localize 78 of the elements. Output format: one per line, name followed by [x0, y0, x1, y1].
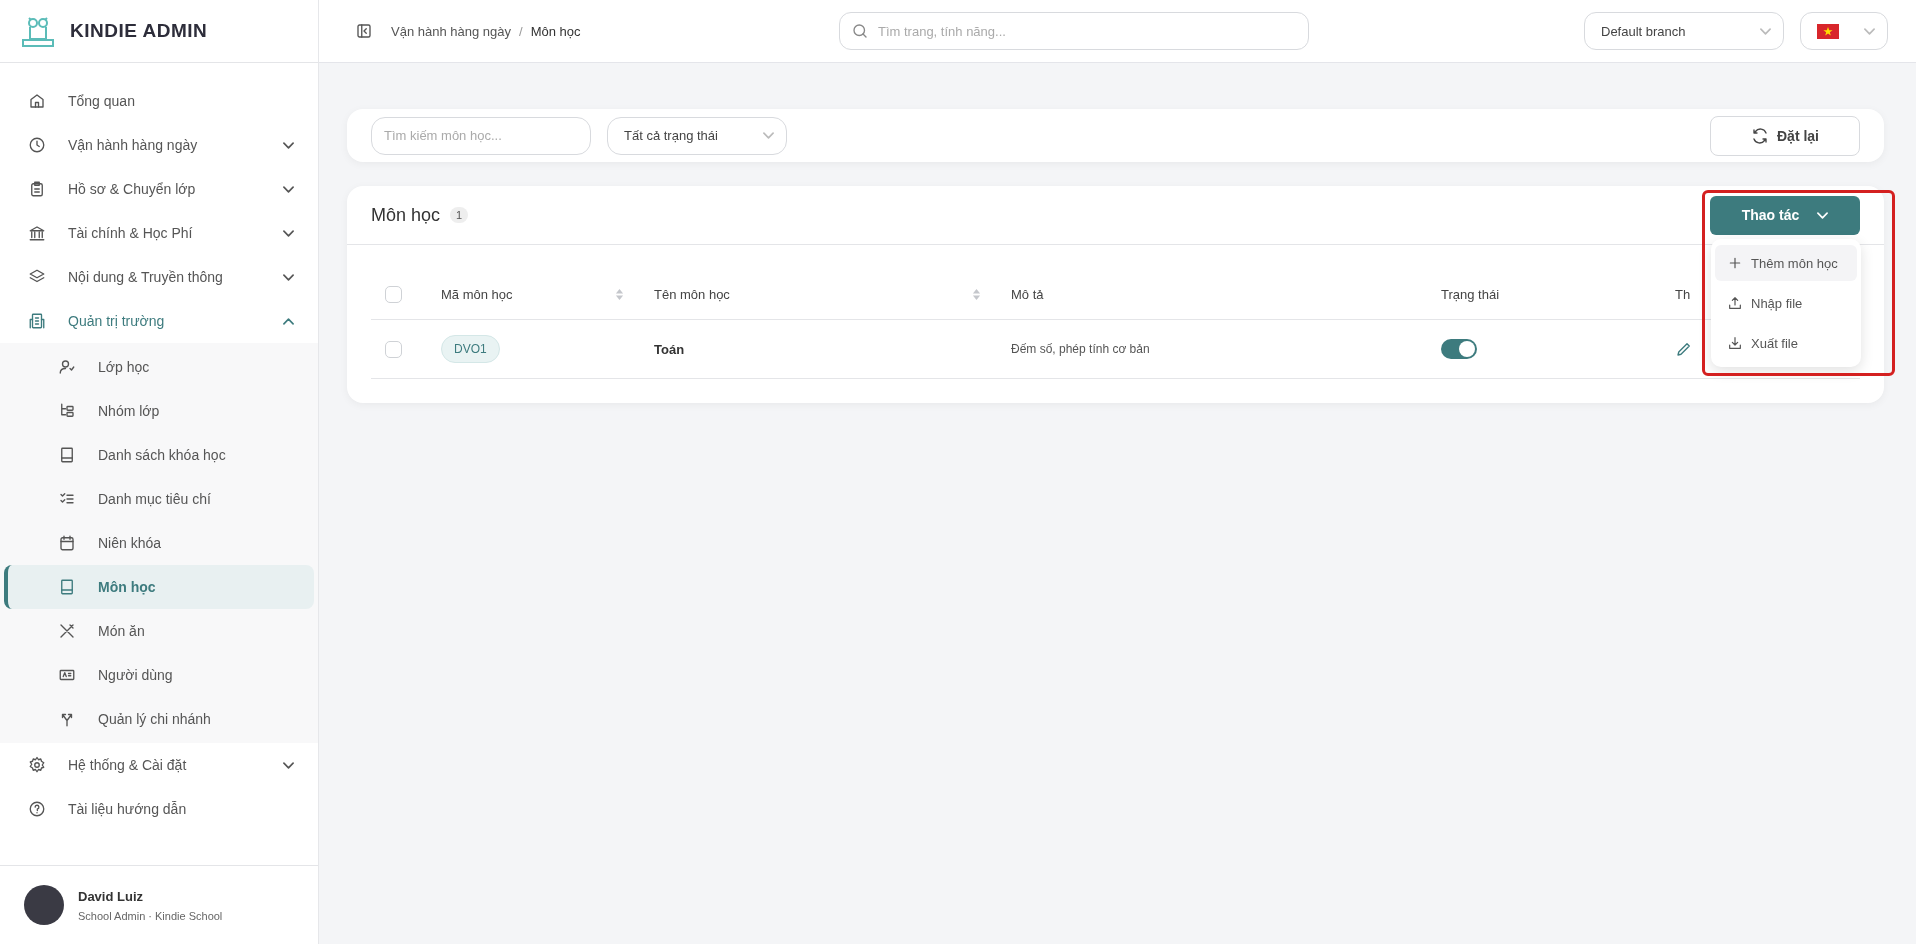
sidebar-subitem[interactable]: Danh sách khóa học — [4, 433, 314, 477]
avatar — [24, 885, 64, 925]
select-all-checkbox[interactable] — [385, 285, 402, 303]
sidebar-subitem[interactable]: Nhóm lớp — [4, 389, 314, 433]
sort-icon[interactable] — [972, 287, 981, 301]
branch-dropdown[interactable]: Default branch — [1584, 12, 1784, 50]
calendar-icon — [58, 534, 76, 552]
sidebar-item[interactable]: Tài liệu hướng dẫn — [0, 787, 318, 831]
menu-item[interactable]: Nhập file — [1715, 285, 1857, 321]
search-field[interactable]: Tìm trang, tính năng... — [839, 12, 1309, 50]
sidebar-item[interactable]: Vận hành hàng ngày — [0, 123, 318, 167]
pencil-icon — [1675, 340, 1693, 358]
chevron-up-icon — [283, 317, 294, 325]
sidebar-subitem[interactable]: Người dùng — [4, 653, 314, 697]
sidebar-item[interactable]: Tài chính & Học Phí — [0, 211, 318, 255]
chevron-down-icon — [283, 761, 294, 769]
breadcrumb-item[interactable]: Vận hành hàng ngày — [391, 23, 511, 39]
column-header: Tên môn học — [654, 286, 731, 302]
sidebar-subitem[interactable]: Niên khóa — [4, 521, 314, 565]
sidebar-item[interactable]: Tổng quan — [0, 79, 318, 123]
menu-item[interactable]: Xuất file — [1715, 325, 1857, 361]
sidebar-subitem[interactable]: Món ăn — [4, 609, 314, 653]
sort-icon[interactable] — [615, 287, 624, 301]
building-icon — [28, 312, 46, 330]
user-role: School Admin · Kindie School — [78, 909, 223, 922]
refresh-icon — [1751, 126, 1769, 145]
status-dropdown[interactable]: Tất cả trạng thái — [607, 116, 787, 155]
sidebar-subitem[interactable]: Quản lý chi nhánh — [4, 697, 314, 741]
book-icon — [58, 446, 76, 464]
breadcrumb-separator: / — [519, 23, 523, 39]
column-header: Trạng thái — [1441, 286, 1501, 302]
download-icon — [1727, 334, 1743, 352]
sidebar-item[interactable]: Hồ sơ & Chuyển lớp — [0, 167, 318, 211]
user-icon — [58, 358, 76, 376]
chevron-down-icon — [283, 141, 294, 149]
row-checkbox[interactable] — [385, 340, 402, 358]
chevron-down-icon — [283, 229, 294, 237]
reset-button[interactable]: Đặt lại — [1710, 115, 1860, 156]
user-name: David Luiz — [78, 888, 144, 904]
count-badge: 1 — [450, 207, 469, 223]
help-icon — [28, 800, 46, 818]
column-header: Mã môn học — [441, 286, 514, 302]
flag-icon — [1817, 23, 1839, 39]
chevron-down-icon — [1864, 27, 1875, 35]
clock-icon — [28, 136, 46, 154]
sidebar-toggle-icon — [355, 22, 373, 40]
chevron-down-icon — [283, 273, 294, 281]
search-icon — [851, 22, 869, 40]
breadcrumb-item[interactable]: Môn học — [530, 23, 581, 39]
tree-icon — [58, 402, 76, 420]
sidebar-subitem[interactable]: Danh mục tiêu chí — [4, 477, 314, 521]
home-icon — [28, 92, 46, 110]
status-toggle[interactable] — [1441, 339, 1477, 359]
sidebar-item[interactable]: Hệ thống & Cài đặt — [0, 743, 318, 787]
sidebar-subitem[interactable]: Môn học — [4, 565, 314, 609]
subject-code-tag: DVO1 — [441, 335, 500, 363]
sidebar-subitem[interactable]: Lớp học — [4, 345, 314, 389]
column-header: Th — [1675, 286, 1692, 302]
table-cell: Đếm số, phép tính cơ bản — [1011, 342, 1150, 356]
table-cell: Toán — [654, 341, 685, 357]
subject-search-field[interactable]: Tìm kiếm môn học... — [371, 116, 591, 155]
table-title: Môn học — [371, 204, 441, 226]
brand-name: KINDIE ADMIN — [70, 20, 208, 42]
menu-item[interactable]: Thêm môn học — [1715, 245, 1857, 281]
clipboard-icon — [28, 180, 46, 198]
chevron-down-icon — [1817, 211, 1829, 219]
book-icon — [58, 578, 76, 596]
sidebar-item[interactable]: Nội dung & Truyền thông — [0, 255, 318, 299]
column-header: Mô tả — [1011, 286, 1045, 302]
actions-button[interactable]: Thao tác — [1710, 195, 1860, 235]
sidebar-item[interactable]: Quản trị trường — [0, 299, 318, 343]
chevron-down-icon — [283, 185, 294, 193]
bank-icon — [28, 224, 46, 242]
chevron-down-icon — [1760, 27, 1771, 35]
language-dropdown[interactable] — [1800, 12, 1888, 50]
gear-icon — [28, 756, 46, 774]
chevron-down-icon — [763, 132, 774, 139]
upload-icon — [1727, 294, 1743, 312]
